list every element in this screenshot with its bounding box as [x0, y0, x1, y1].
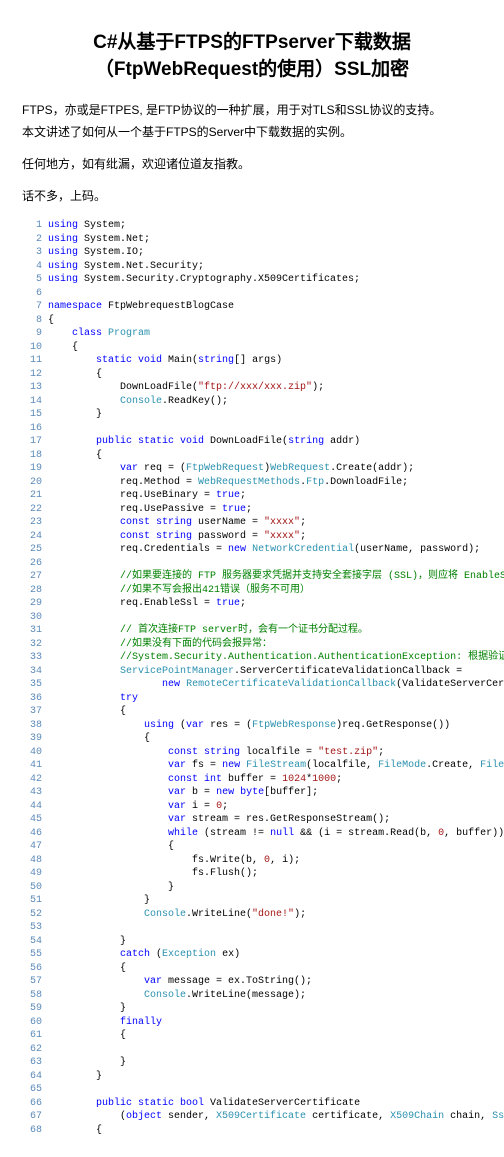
- article-title: C#从基于FTPS的FTPserver下载数据（FtpWebRequest的使用…: [22, 30, 482, 83]
- para-1: FTPS，亦或是FTPES, 是FTP协议的一种扩展，用于对TLS和SSL协议的…: [22, 101, 482, 119]
- para-3: 任何地方，如有纰漏，欢迎诸位道友指教。: [22, 155, 482, 173]
- para-4: 话不多，上码。: [22, 187, 482, 205]
- code-block: 1using System; 2using System.Net; 3using…: [22, 219, 482, 1137]
- para-2: 本文讲述了如何从一个基于FTPS的Server中下载数据的实例。: [22, 123, 482, 141]
